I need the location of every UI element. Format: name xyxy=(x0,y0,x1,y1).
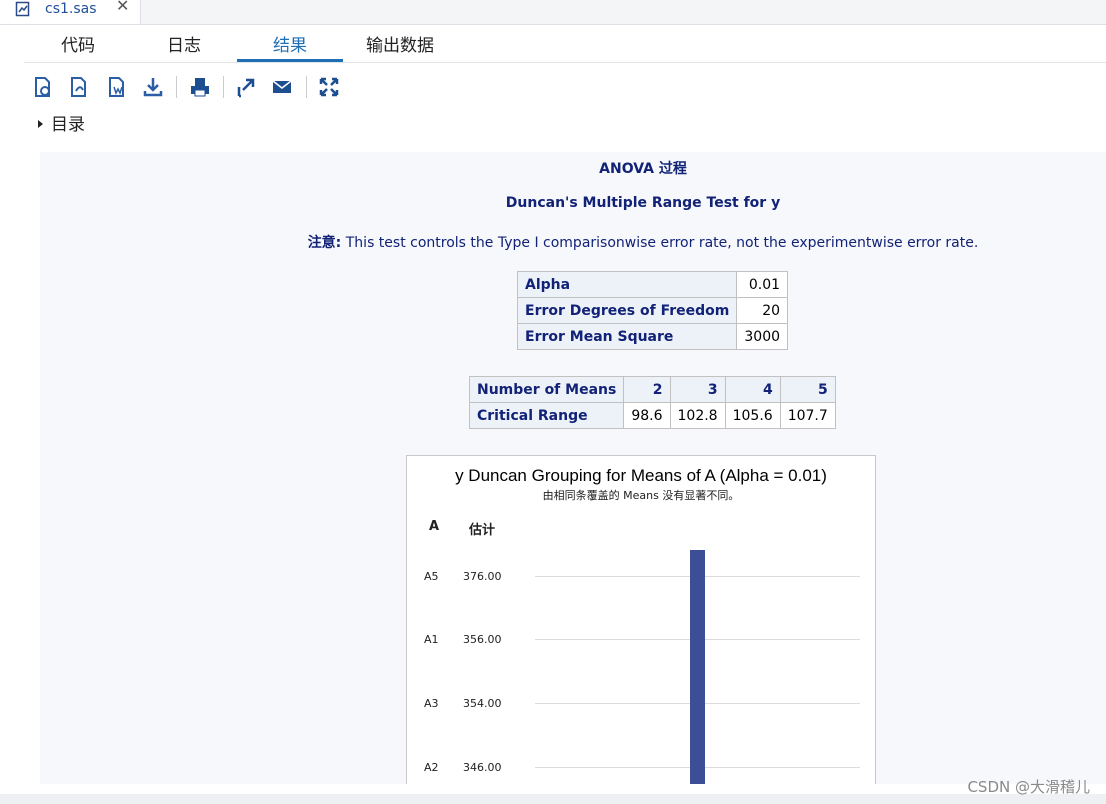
file-tab-bar: cs1.sas ✕ xyxy=(0,0,1106,25)
group-label: A1 xyxy=(424,633,439,646)
sas-program-icon xyxy=(15,1,30,17)
row-header: Alpha xyxy=(516,271,738,298)
print-icon[interactable] xyxy=(189,76,211,98)
toolbar-separator xyxy=(223,76,224,98)
note-label: 注意: xyxy=(307,235,342,251)
row-header: Error Degrees of Freedom xyxy=(516,297,738,324)
word-export-icon[interactable] xyxy=(106,76,128,98)
note-text: This test controls the Type I comparison… xyxy=(345,235,979,251)
pdf-export-icon[interactable] xyxy=(68,76,90,98)
table-row: Alpha 0.01 xyxy=(516,271,789,298)
column-header: A xyxy=(429,519,440,534)
toc-label: 目录 xyxy=(51,115,85,135)
tab-output-data[interactable]: 输出数据 xyxy=(360,34,440,58)
test-title: Duncan's Multiple Range Test for y xyxy=(505,195,781,211)
column-header: 3 xyxy=(669,376,726,403)
column-header: 5 xyxy=(779,376,836,403)
tab-results[interactable]: 结果 xyxy=(270,34,310,58)
download-icon[interactable] xyxy=(142,76,164,98)
tab-log[interactable]: 日志 xyxy=(164,34,204,58)
stats-table: Alpha 0.01 Error Degrees of Freedom 20 E… xyxy=(516,271,789,350)
group-label: A5 xyxy=(424,570,439,583)
table-cell: 102.8 xyxy=(669,402,726,429)
table-row: Error Mean Square 3000 xyxy=(516,323,789,350)
estimate-value: 354.00 xyxy=(463,697,502,710)
email-icon[interactable] xyxy=(271,76,293,98)
note: 注意: This test controls the Type I compar… xyxy=(40,232,1106,252)
table-row: Error Degrees of Freedom 20 xyxy=(516,297,789,324)
tab-code[interactable]: 代码 xyxy=(58,34,98,58)
table-cell: 107.7 xyxy=(779,402,836,429)
estimate-value: 356.00 xyxy=(463,633,502,646)
toolbar-separator xyxy=(306,76,307,98)
toolbar-separator xyxy=(176,76,177,98)
row-header: Critical Range xyxy=(468,402,625,429)
estimate-value: 346.00 xyxy=(463,761,502,774)
group-label: A2 xyxy=(424,761,439,774)
column-header: 估计 xyxy=(469,523,496,538)
table-cell: 98.6 xyxy=(623,402,671,429)
chart-title: y Duncan Grouping for Means of A (Alpha … xyxy=(455,466,827,485)
critical-range-table: Number of Means 2 3 4 5 Critical Range 9… xyxy=(468,376,836,429)
file-tab[interactable]: cs1.sas ✕ xyxy=(0,0,141,24)
html-export-icon[interactable] xyxy=(32,76,54,98)
results-output: ANOVA 过程 Duncan's Multiple Range Test fo… xyxy=(40,152,1106,784)
estimate-value: 376.00 xyxy=(463,570,502,583)
row-header: Number of Means xyxy=(468,376,625,403)
table-row: Number of Means 2 3 4 5 xyxy=(468,376,836,403)
close-icon[interactable]: ✕ xyxy=(116,0,129,15)
table-row: Critical Range 98.6 102.8 105.6 107.7 xyxy=(468,402,836,429)
watermark: CSDN @大滑稽儿 xyxy=(967,778,1090,796)
bottom-strip xyxy=(0,794,1106,804)
file-name: cs1.sas xyxy=(45,1,97,17)
chart-subtitle: 由相同条覆盖的 Means 没有显著不同。 xyxy=(542,489,740,502)
group-label: A3 xyxy=(424,697,439,710)
table-cell: 0.01 xyxy=(736,271,789,298)
result-tabs: 代码 日志 结果 输出数据 xyxy=(24,30,1106,63)
table-cell: 105.6 xyxy=(724,402,781,429)
duncan-grouping-chart: y Duncan Grouping for Means of A (Alpha … xyxy=(406,455,876,784)
maximize-icon[interactable] xyxy=(318,76,340,98)
active-tab-indicator xyxy=(237,59,343,62)
caret-right-icon xyxy=(38,120,43,128)
column-header: 4 xyxy=(724,376,781,403)
table-cell: 3000 xyxy=(736,323,789,350)
open-in-new-window-icon[interactable] xyxy=(235,76,257,98)
row-header: Error Mean Square xyxy=(516,323,738,350)
table-cell: 20 xyxy=(736,297,789,324)
procedure-title: ANOVA 过程 xyxy=(599,161,687,177)
grouping-bar xyxy=(690,550,705,784)
column-header: 2 xyxy=(623,376,671,403)
